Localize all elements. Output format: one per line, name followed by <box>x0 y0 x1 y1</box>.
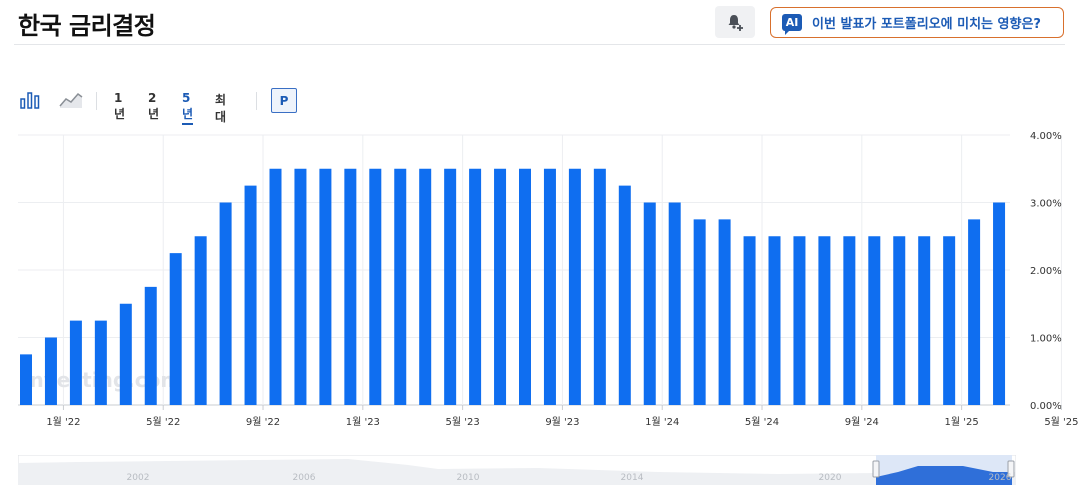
page-title: 한국 금리결정 <box>18 12 156 40</box>
bar[interactable] <box>344 168 357 405</box>
bar[interactable] <box>269 168 282 405</box>
bar[interactable] <box>843 236 856 405</box>
x-tick-label: 5월 '25 <box>1044 416 1078 428</box>
bar[interactable] <box>693 219 706 405</box>
range-tab-max[interactable]: 최대 <box>215 91 226 125</box>
ai-prompt-text: 이번 발표가 포트폴리오에 미치는 영향은? <box>812 17 1041 32</box>
bar[interactable] <box>718 219 731 405</box>
area-chart-icon <box>59 92 83 108</box>
bar[interactable] <box>444 168 457 405</box>
bar[interactable] <box>893 236 906 405</box>
bar[interactable] <box>918 236 931 405</box>
x-axis: 1월 '22 5월 '22 9월 '22 1월 '23 5월 '23 9월 '23 1월 '… <box>46 405 1079 428</box>
navigator-year-label: 2002 <box>127 473 150 483</box>
time-navigator[interactable]: 2002 2006 2010 2014 2020 2026 <box>18 455 1016 485</box>
ai-impact-button[interactable]: AI 이번 발표가 포트폴리오에 미치는 영향은? <box>770 7 1064 38</box>
bar[interactable] <box>543 168 556 405</box>
bar[interactable] <box>219 202 232 406</box>
toolbar-divider <box>256 92 257 110</box>
x-tick-label: 5월 '22 <box>146 416 180 428</box>
bar[interactable] <box>618 185 631 405</box>
navigator-year-label: 2020 <box>819 473 842 483</box>
bar[interactable] <box>519 168 531 405</box>
x-tick-label: 1월 '23 <box>346 416 380 428</box>
x-tick-label: 1월 '22 <box>46 416 80 428</box>
bar[interactable] <box>793 236 806 405</box>
area-chart-type-button[interactable] <box>58 88 84 112</box>
bar[interactable] <box>593 168 606 405</box>
bar[interactable] <box>244 185 257 405</box>
bell-plus-icon <box>728 15 743 31</box>
bar[interactable] <box>69 320 82 405</box>
bar[interactable] <box>768 236 781 405</box>
y-tick-label: 1.00% <box>1030 334 1062 345</box>
bar[interactable] <box>419 168 432 405</box>
bar[interactable] <box>169 253 182 405</box>
bar[interactable] <box>94 320 107 405</box>
toolbar-divider <box>96 92 97 110</box>
y-tick-label: 2.00% <box>1030 266 1062 277</box>
bar-chart-type-button[interactable] <box>18 88 44 112</box>
bar[interactable] <box>194 236 207 405</box>
bar[interactable] <box>743 236 756 405</box>
x-tick-label: 9월 '23 <box>545 416 579 428</box>
navigator-year-label: 2006 <box>293 473 316 483</box>
bar[interactable] <box>44 337 57 406</box>
bar[interactable] <box>568 168 581 405</box>
bar[interactable] <box>818 236 831 405</box>
y-tick-label: 3.00% <box>1030 199 1062 210</box>
bar[interactable] <box>868 236 881 405</box>
x-tick-label: 9월 '24 <box>845 416 879 428</box>
bar[interactable] <box>20 354 32 405</box>
header-divider <box>14 44 1065 45</box>
y-tick-label: 4.00% <box>1030 131 1062 142</box>
ai-badge-icon: AI <box>782 14 802 35</box>
x-tick-label: 9월 '22 <box>246 416 280 428</box>
range-tab-2y[interactable]: 2년 <box>148 91 159 122</box>
bar[interactable] <box>144 286 157 405</box>
range-tab-5y[interactable]: 5년 <box>182 91 193 125</box>
bar[interactable] <box>294 168 307 405</box>
bar[interactable] <box>469 168 482 405</box>
range-tab-1y[interactable]: 1년 <box>114 91 125 122</box>
navigator-year-label: 2014 <box>621 473 644 483</box>
bar[interactable] <box>119 303 132 405</box>
bar[interactable] <box>993 202 1006 406</box>
navigator-left-handle[interactable] <box>872 460 880 478</box>
bar[interactable] <box>668 202 681 406</box>
bar[interactable] <box>319 168 332 405</box>
y-tick-label: 0.00% <box>1030 401 1062 412</box>
rate-decision-chart: Investing.com 0.00%1.00%2.00%3.00%4.00% … <box>18 131 1079 428</box>
bar[interactable] <box>394 168 407 405</box>
p-toggle-button[interactable]: P <box>271 88 297 113</box>
bar-chart-icon <box>20 92 40 109</box>
bar[interactable] <box>643 202 656 406</box>
bar[interactable] <box>494 168 507 405</box>
bar[interactable] <box>968 219 981 405</box>
navigator-year-label: 2010 <box>457 473 480 483</box>
x-tick-label: 1월 '24 <box>645 416 679 428</box>
x-tick-label: 5월 '24 <box>745 416 779 428</box>
x-tick-label: 5월 '23 <box>446 416 480 428</box>
bar[interactable] <box>369 168 382 405</box>
bar[interactable] <box>943 236 956 405</box>
add-alert-button[interactable] <box>715 6 755 38</box>
x-tick-label: 1월 '25 <box>945 416 979 428</box>
y-axis: 0.00% 1.00% 2.00% 3.00% 4.00% <box>1030 131 1062 412</box>
navigator-year-label: 2026 <box>989 473 1012 483</box>
